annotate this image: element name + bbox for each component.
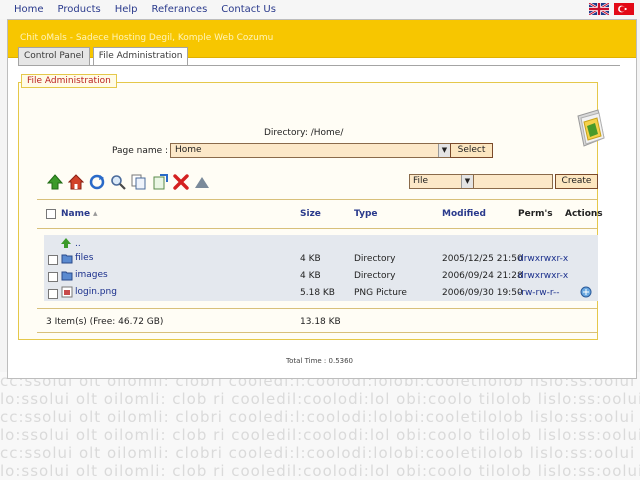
up-arrow-icon[interactable] (60, 237, 72, 249)
home-icon[interactable] (67, 173, 85, 191)
create-type-select[interactable]: File ▼ (409, 174, 474, 189)
nav-referances[interactable]: Referances (152, 4, 208, 15)
turkish-flag-icon[interactable] (614, 3, 634, 15)
page-name-value: Home (175, 145, 202, 155)
top-navigation: Home Products Help Referances Contact Us (0, 0, 640, 19)
chevron-down-icon[interactable]: ▼ (438, 144, 450, 157)
create-name-input[interactable] (473, 174, 553, 189)
file-perms[interactable]: drwxrwxr-x (518, 254, 568, 264)
folder-icon (61, 271, 73, 281)
select-all-checkbox[interactable] (46, 209, 56, 219)
search-icon[interactable] (109, 173, 127, 191)
items-summary: 3 Item(s) (Free: 46.72 GB) (46, 317, 164, 327)
move-icon[interactable] (151, 173, 169, 191)
background-pattern: cc:ssolui olt oilomli: clobri cooledi:l:… (0, 372, 640, 480)
view-icon[interactable] (580, 286, 592, 298)
file-type: PNG Picture (354, 288, 407, 298)
tab-control-panel[interactable]: Control Panel (18, 47, 90, 65)
column-header-size[interactable]: Size (300, 209, 321, 219)
divider (37, 199, 597, 200)
column-header-type[interactable]: Type (354, 209, 377, 219)
file-modified: 2005/12/25 21:50 (442, 254, 523, 264)
file-size: 5.18 KB (300, 288, 335, 298)
folder-icon (61, 254, 73, 264)
divider (37, 308, 597, 309)
file-size: 4 KB (300, 254, 321, 264)
divider (37, 332, 597, 333)
panel-legend: File Administration (21, 74, 117, 88)
file-name-link[interactable]: login.png (75, 287, 117, 297)
nav-home[interactable]: Home (14, 4, 44, 15)
site-title: Chit oMals - Sadece Hosting Degil, Kompl… (20, 33, 274, 43)
nav-help[interactable]: Help (115, 4, 138, 15)
image-file-icon (61, 286, 73, 298)
file-type: Directory (354, 254, 396, 264)
up-arrow-icon[interactable] (46, 173, 64, 191)
total-size: 13.18 KB (300, 317, 341, 327)
page-name-select[interactable]: Home ▼ (170, 143, 451, 158)
file-name-link[interactable]: files (75, 253, 93, 263)
file-name-link[interactable]: images (75, 270, 108, 280)
divider (37, 228, 597, 229)
folder-illustration-icon (577, 109, 605, 147)
row-checkbox[interactable] (48, 272, 58, 282)
file-type: Directory (354, 271, 396, 281)
create-button[interactable]: Create (555, 174, 598, 189)
column-header-actions: Actions (565, 209, 603, 219)
directory-label: Directory: /Home/ (264, 128, 344, 138)
file-perms[interactable]: -rw-rw-r-- (518, 288, 559, 298)
column-header-modified[interactable]: Modified (442, 209, 486, 219)
uk-flag-icon[interactable] (589, 3, 609, 15)
nav-products[interactable]: Products (58, 4, 101, 15)
chevron-down-icon[interactable]: ▼ (461, 175, 473, 188)
column-header-perms: Perm's (518, 209, 553, 219)
up-dir-icon[interactable] (193, 173, 211, 191)
tab-file-administration[interactable]: File Administration (92, 47, 189, 65)
tab-bar: Control Panel File Administration (18, 47, 189, 65)
file-modified: 2006/09/30 19:50 (442, 288, 523, 298)
row-checkbox[interactable] (48, 289, 58, 299)
refresh-icon[interactable] (88, 173, 106, 191)
file-modified: 2006/09/24 21:28 (442, 271, 523, 281)
file-size: 4 KB (300, 271, 321, 281)
total-time: Total Time : 0.5360 (286, 357, 354, 365)
nav-contact-us[interactable]: Contact Us (221, 4, 276, 15)
copy-icon[interactable] (130, 173, 148, 191)
page-name-label: Page name : (112, 146, 169, 156)
parent-directory-link[interactable]: .. (75, 239, 81, 249)
create-type-value: File (413, 176, 429, 186)
file-perms[interactable]: drwxrwxr-x (518, 271, 568, 281)
row-checkbox[interactable] (48, 255, 58, 265)
column-header-name[interactable]: Name ▴ (61, 209, 97, 219)
delete-icon[interactable] (172, 173, 190, 191)
tab-underline (18, 65, 620, 66)
select-button[interactable]: Select (450, 143, 493, 158)
file-toolbar (46, 173, 211, 191)
